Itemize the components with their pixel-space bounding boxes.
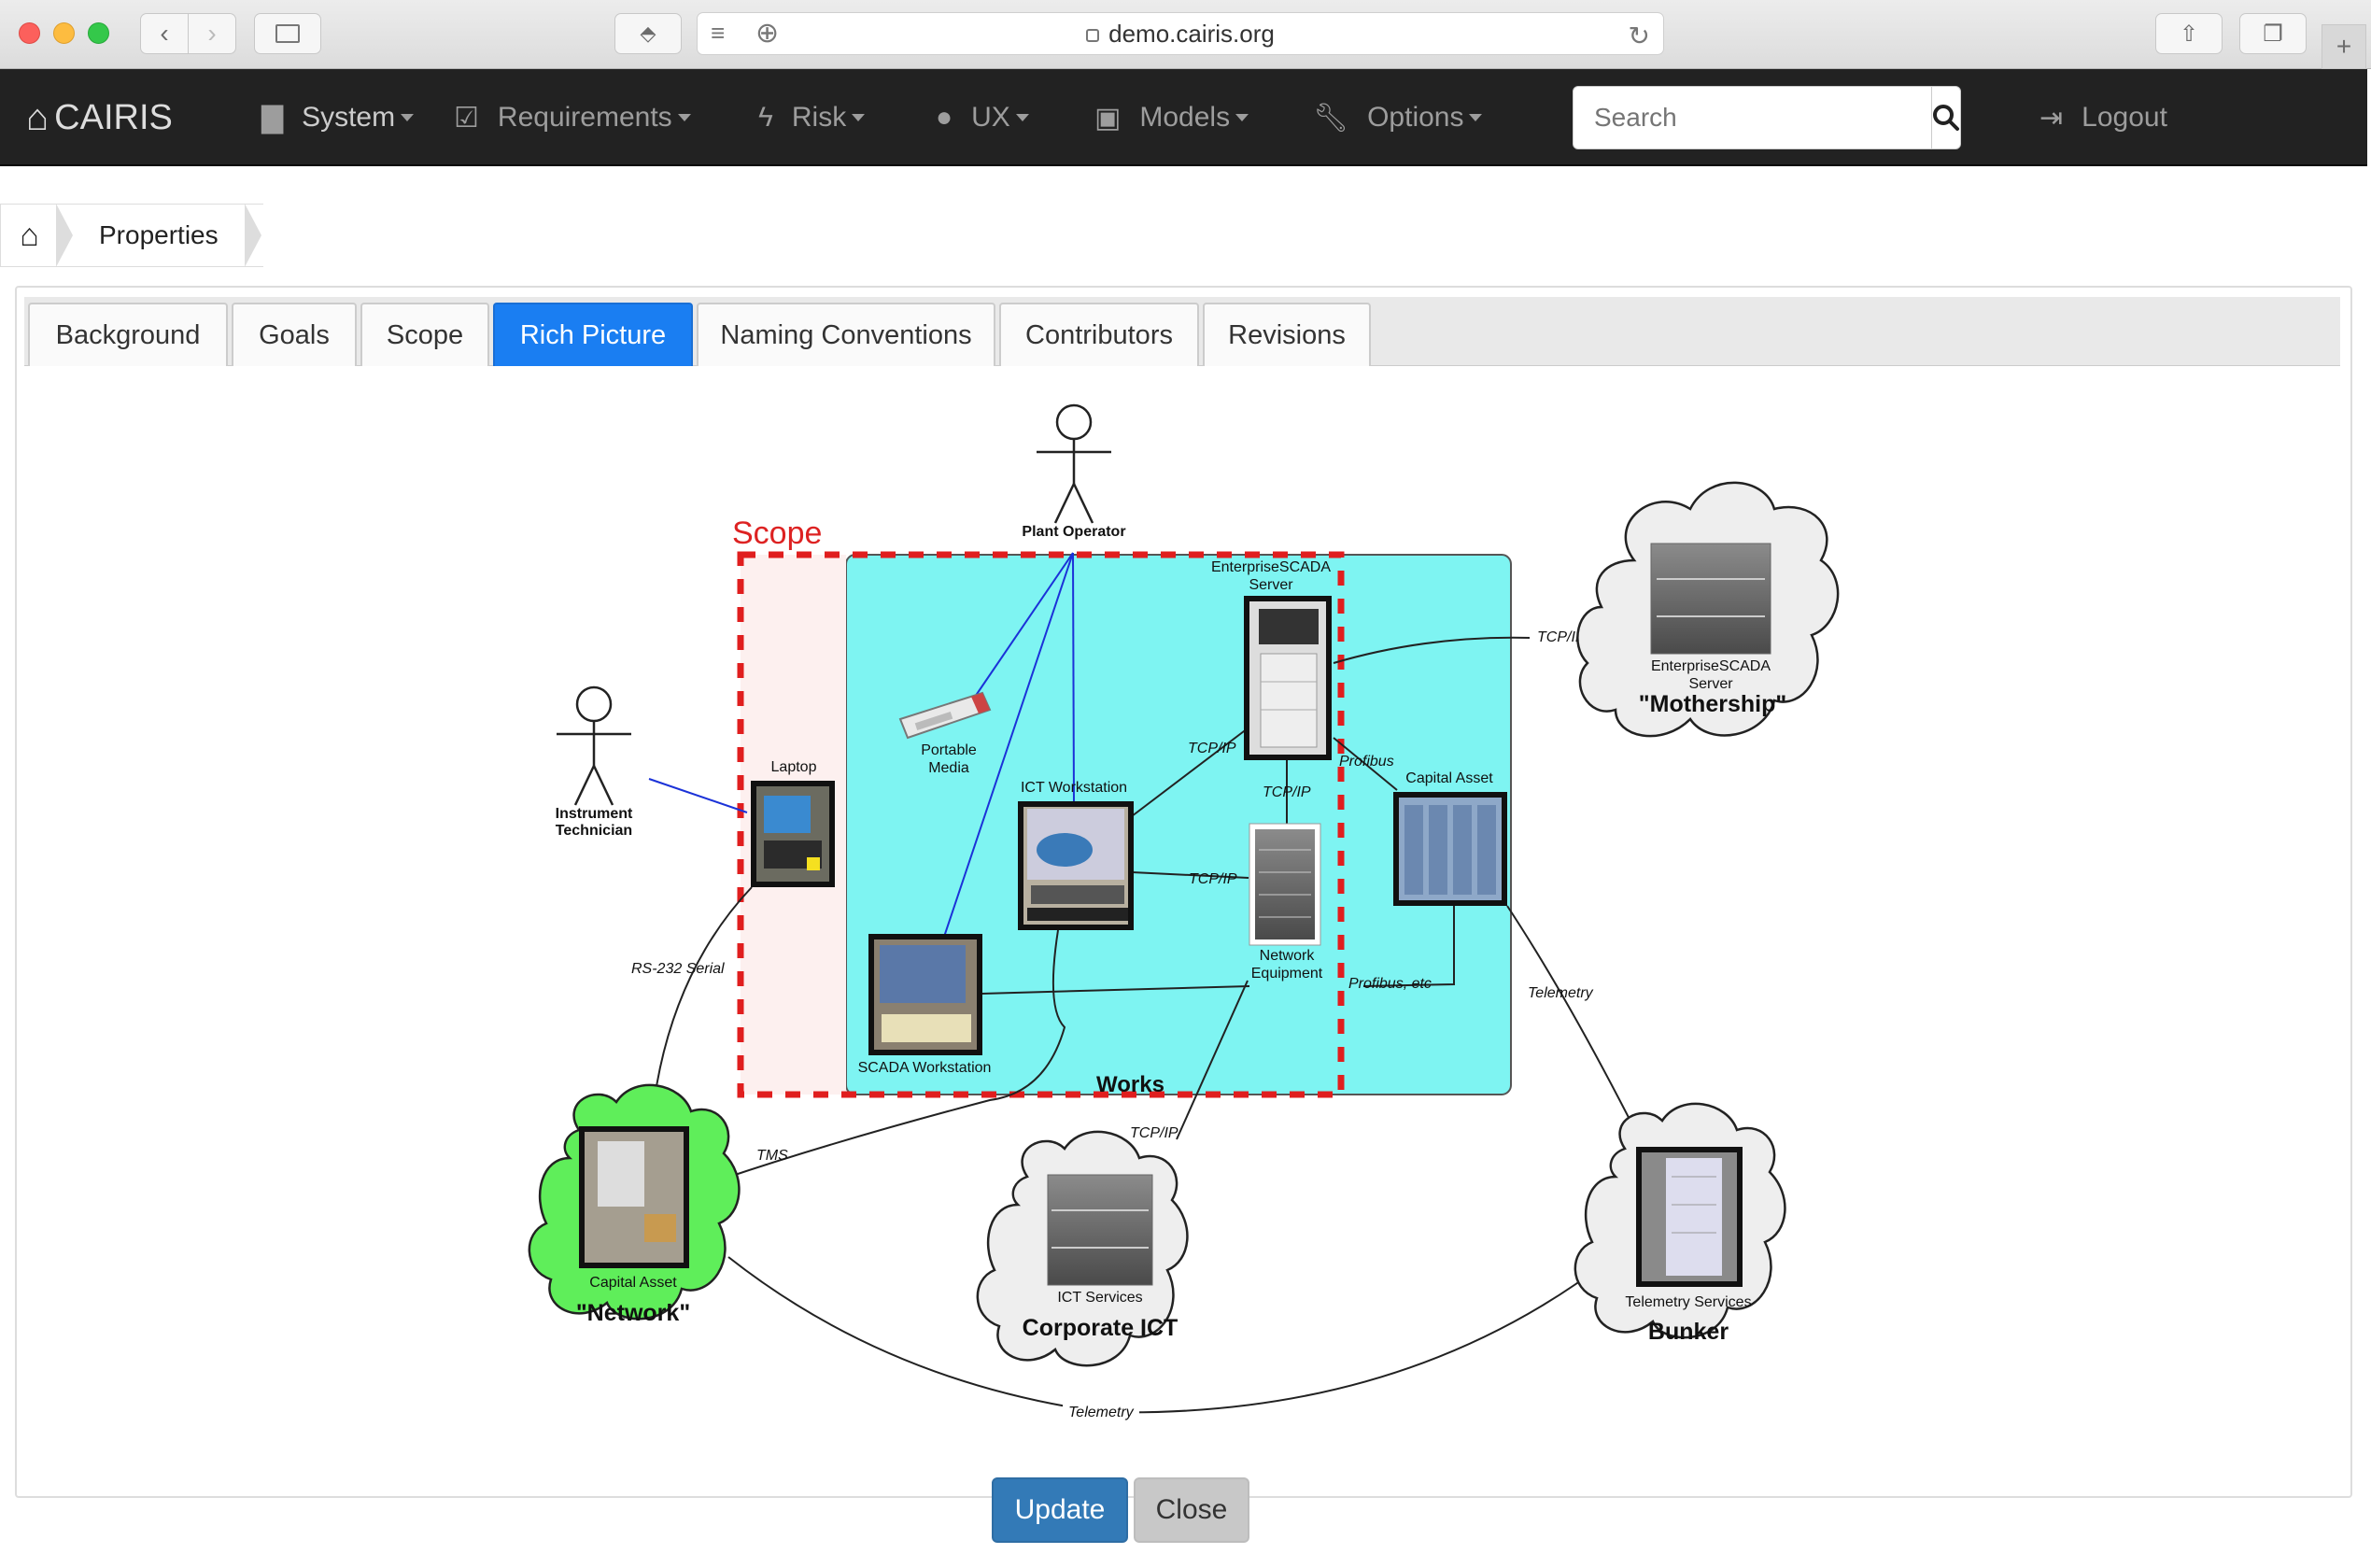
- network-equipment-node[interactable]: [1249, 823, 1321, 946]
- update-button[interactable]: Update: [992, 1477, 1128, 1543]
- link-label: Profibus: [1339, 754, 1394, 770]
- cloud-sublabel: ICT Services: [1057, 1290, 1142, 1306]
- link-label: Telemetry: [1528, 985, 1594, 1001]
- link-label: Telemetry: [1068, 1405, 1135, 1420]
- cloud-title: Corporate ICT: [1023, 1315, 1178, 1341]
- rich-picture: Scope Works TCP/IP TCP/IP TCP/IP TCP/IP …: [528, 403, 1840, 1421]
- scope-label: Scope: [732, 516, 822, 551]
- node-label: EnterpriseSCADA: [1211, 559, 1331, 575]
- instrument-technician-actor[interactable]: [557, 685, 631, 806]
- close-button[interactable]: Close: [1134, 1477, 1249, 1543]
- node-label: Media: [928, 760, 969, 776]
- cloud-title: "Network": [576, 1300, 690, 1326]
- node-label: Laptop: [771, 759, 817, 775]
- link-label: RS-232 Serial: [631, 961, 725, 977]
- node-label: SCADA Workstation: [858, 1060, 992, 1076]
- link-label: TCP/IP: [1189, 871, 1237, 887]
- link-label: TMS: [756, 1148, 788, 1164]
- laptop-node[interactable]: [751, 781, 835, 887]
- plant-operator-actor[interactable]: [1037, 403, 1111, 524]
- node-label: Server: [1249, 577, 1293, 593]
- node-label: Portable: [921, 742, 977, 758]
- link-label: TCP/IP: [1263, 784, 1311, 800]
- cloud-sublabel: Capital Asset: [589, 1275, 677, 1291]
- actor-label: Technician: [556, 823, 632, 839]
- cloud-title: "Mothership": [1639, 691, 1786, 717]
- actor-label: Instrument: [556, 806, 633, 822]
- scada-workstation-node[interactable]: [868, 934, 982, 1055]
- capital-asset-node[interactable]: [1393, 792, 1507, 906]
- node-label: ICT Workstation: [1021, 780, 1127, 796]
- works-label: Works: [1096, 1072, 1164, 1097]
- node-label: Network: [1260, 948, 1316, 964]
- cloud-title: Bunker: [1648, 1319, 1729, 1345]
- cloud-sublabel: Telemetry Services: [1625, 1294, 1751, 1310]
- link-label: Profibus, etc: [1348, 976, 1432, 992]
- node-label: Capital Asset: [1405, 770, 1493, 786]
- cloud-sublabel: Server: [1688, 676, 1733, 692]
- cloud-sublabel: EnterpriseSCADA: [1651, 658, 1771, 674]
- node-label: Equipment: [1251, 966, 1323, 982]
- link-label: TCP/IP: [1130, 1125, 1178, 1141]
- enterprise-scada-server-node[interactable]: [1244, 596, 1332, 760]
- actor-label: Plant Operator: [1022, 524, 1125, 540]
- link-label: TCP/IP: [1188, 741, 1236, 756]
- ict-workstation-node[interactable]: [1018, 801, 1134, 930]
